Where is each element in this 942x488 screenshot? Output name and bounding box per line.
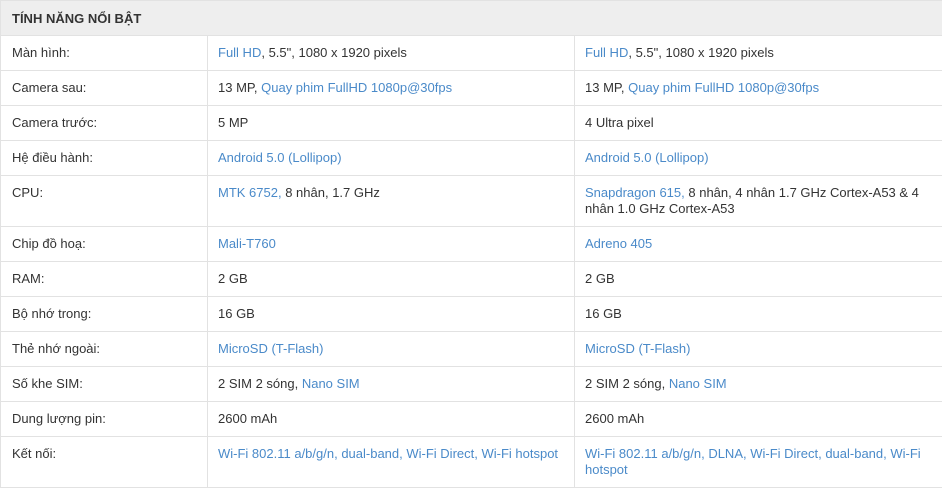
spec-link[interactable]: Android 5.0 (Lollipop): [585, 150, 709, 165]
spec-value-phone-b: Android 5.0 (Lollipop): [574, 140, 942, 176]
spec-value-phone-b: Adreno 405: [574, 226, 942, 262]
spec-value-phone-a: 5 MP: [207, 105, 575, 141]
spec-text: 2 SIM 2 sóng,: [218, 376, 302, 391]
spec-value-phone-a: 2600 mAh: [207, 401, 575, 437]
spec-label: Thẻ nhớ ngoài:: [0, 331, 208, 367]
table-header-row: TÍNH NĂNG NỔI BẬT: [0, 0, 942, 36]
spec-value-phone-a: Wi-Fi 802.11 a/b/g/n, dual-band, Wi-Fi D…: [207, 436, 575, 488]
spec-value-phone-a: Full HD, 5.5", 1080 x 1920 pixels: [207, 35, 575, 71]
spec-label: Số khe SIM:: [0, 366, 208, 402]
spec-link[interactable]: MTK 6752,: [218, 185, 282, 200]
spec-row-ket-noi: Kết nối: Wi-Fi 802.11 a/b/g/n, dual-band,…: [0, 436, 942, 488]
spec-rows: Màn hình: Full HD, 5.5", 1080 x 1920 pixe…: [0, 35, 942, 488]
spec-link[interactable]: Mali-T760: [218, 236, 276, 251]
spec-row-bo-nho-trong: Bộ nhớ trong: 16 GB 16 GB: [0, 296, 942, 332]
spec-value-phone-b: 13 MP, Quay phim FullHD 1080p@30fps: [574, 70, 942, 106]
spec-text: 2 GB: [218, 271, 248, 286]
spec-text: 5 MP: [218, 115, 249, 130]
spec-value-phone-b: Wi-Fi 802.11 a/b/g/n, DLNA, Wi-Fi Direct…: [574, 436, 942, 488]
spec-text: 13 MP,: [218, 80, 262, 95]
spec-row-so-khe-sim: Số khe SIM: 2 SIM 2 sóng, Nano SIM 2 SIM 2…: [0, 366, 942, 402]
spec-text: 2 GB: [585, 271, 615, 286]
spec-label: Hệ điều hành:: [0, 140, 208, 176]
spec-value-phone-b: MicroSD (T-Flash): [574, 331, 942, 367]
spec-row-camera-sau: Camera sau: 13 MP, Quay phim FullHD 1080p…: [0, 70, 942, 106]
spec-row-the-nho-ngoai: Thẻ nhớ ngoài: MicroSD (T-Flash) MicroSD (…: [0, 331, 942, 367]
spec-row-chip-do-hoa: Chip đồ hoạ: Mali-T760 Adreno 405: [0, 226, 942, 262]
spec-link[interactable]: Snapdragon 615,: [585, 185, 685, 200]
spec-value-phone-a: 13 MP, Quay phim FullHD 1080p@30fps: [207, 70, 575, 106]
spec-link[interactable]: Nano SIM: [669, 376, 727, 391]
spec-value-phone-a: Android 5.0 (Lollipop): [207, 140, 575, 176]
spec-row-ram: RAM: 2 GB 2 GB: [0, 261, 942, 297]
spec-link[interactable]: Adreno 405: [585, 236, 652, 251]
spec-text: 4 Ultra pixel: [585, 115, 654, 130]
spec-link[interactable]: Nano SIM: [302, 376, 360, 391]
spec-link[interactable]: Wi-Fi 802.11 a/b/g/n, dual-band, Wi-Fi D…: [218, 446, 558, 461]
spec-label: Bộ nhớ trong:: [0, 296, 208, 332]
spec-label: Camera sau:: [0, 70, 208, 106]
spec-value-phone-b: Full HD, 5.5", 1080 x 1920 pixels: [574, 35, 942, 71]
spec-value-phone-b: 2 GB: [574, 261, 942, 297]
spec-text: 16 GB: [585, 306, 622, 321]
spec-link[interactable]: Wi-Fi 802.11 a/b/g/n, DLNA, Wi-Fi Direct…: [585, 446, 921, 477]
spec-label: RAM:: [0, 261, 208, 297]
spec-text: , 5.5", 1080 x 1920 pixels: [261, 45, 407, 60]
spec-link[interactable]: Quay phim FullHD 1080p@30fps: [628, 80, 819, 95]
spec-value-phone-a: Mali-T760: [207, 226, 575, 262]
spec-value-phone-a: 2 SIM 2 sóng, Nano SIM: [207, 366, 575, 402]
spec-link[interactable]: Android 5.0 (Lollipop): [218, 150, 342, 165]
spec-value-phone-b: 16 GB: [574, 296, 942, 332]
spec-label: Kết nối:: [0, 436, 208, 488]
spec-text: 2600 mAh: [585, 411, 645, 426]
spec-text: 16 GB: [218, 306, 255, 321]
spec-link[interactable]: MicroSD (T-Flash): [585, 341, 690, 356]
spec-text: 2 SIM 2 sóng,: [585, 376, 669, 391]
spec-value-phone-b: 2 SIM 2 sóng, Nano SIM: [574, 366, 942, 402]
spec-row-dung-luong-pin: Dung lượng pin: 2600 mAh 2600 mAh: [0, 401, 942, 437]
spec-value-phone-b: Snapdragon 615, 8 nhân, 4 nhân 1.7 GHz C…: [574, 175, 942, 227]
spec-value-phone-b: 2600 mAh: [574, 401, 942, 437]
table-title: TÍNH NĂNG NỔI BẬT: [0, 0, 942, 36]
spec-text: 2600 mAh: [218, 411, 278, 426]
spec-row-man-hinh: Màn hình: Full HD, 5.5", 1080 x 1920 pixe…: [0, 35, 942, 71]
spec-link[interactable]: Full HD: [585, 45, 628, 60]
spec-row-he-dieu-hanh: Hệ điều hành: Android 5.0 (Lollipop) Andro…: [0, 140, 942, 176]
spec-text: 8 nhân, 1.7 GHz: [281, 185, 380, 200]
spec-comparison-table: TÍNH NĂNG NỔI BẬT Màn hình: Full HD, 5.5"…: [0, 0, 942, 488]
spec-label: Camera trước:: [0, 105, 208, 141]
spec-label: Dung lượng pin:: [0, 401, 208, 437]
spec-value-phone-b: 4 Ultra pixel: [574, 105, 942, 141]
spec-text: , 5.5", 1080 x 1920 pixels: [628, 45, 774, 60]
spec-label: Màn hình:: [0, 35, 208, 71]
spec-row-cpu: CPU: MTK 6752, 8 nhân, 1.7 GHz Snapdragon …: [0, 175, 942, 227]
spec-value-phone-a: MicroSD (T-Flash): [207, 331, 575, 367]
spec-value-phone-a: MTK 6752, 8 nhân, 1.7 GHz: [207, 175, 575, 227]
spec-value-phone-a: 2 GB: [207, 261, 575, 297]
spec-link[interactable]: Full HD: [218, 45, 261, 60]
spec-text: 13 MP,: [585, 80, 629, 95]
spec-label: CPU:: [0, 175, 208, 227]
spec-link[interactable]: Quay phim FullHD 1080p@30fps: [261, 80, 452, 95]
spec-link[interactable]: MicroSD (T-Flash): [218, 341, 323, 356]
spec-row-camera-truoc: Camera trước: 5 MP 4 Ultra pixel: [0, 105, 942, 141]
spec-label: Chip đồ hoạ:: [0, 226, 208, 262]
spec-value-phone-a: 16 GB: [207, 296, 575, 332]
